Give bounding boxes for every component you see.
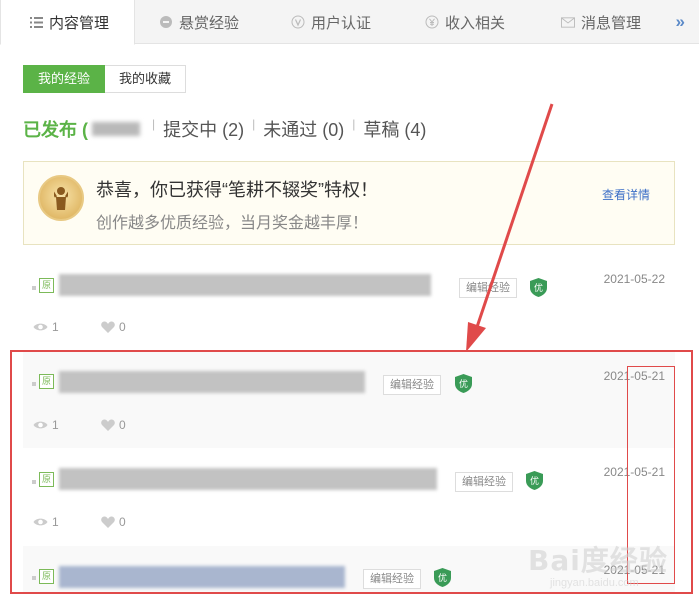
watermark-url: jingyan.baidu.com <box>550 577 639 589</box>
baidu-watermark: Bai度经验 jingyan.baidu.com <box>528 529 678 599</box>
watermark-brand: Bai度经验 <box>528 544 668 577</box>
